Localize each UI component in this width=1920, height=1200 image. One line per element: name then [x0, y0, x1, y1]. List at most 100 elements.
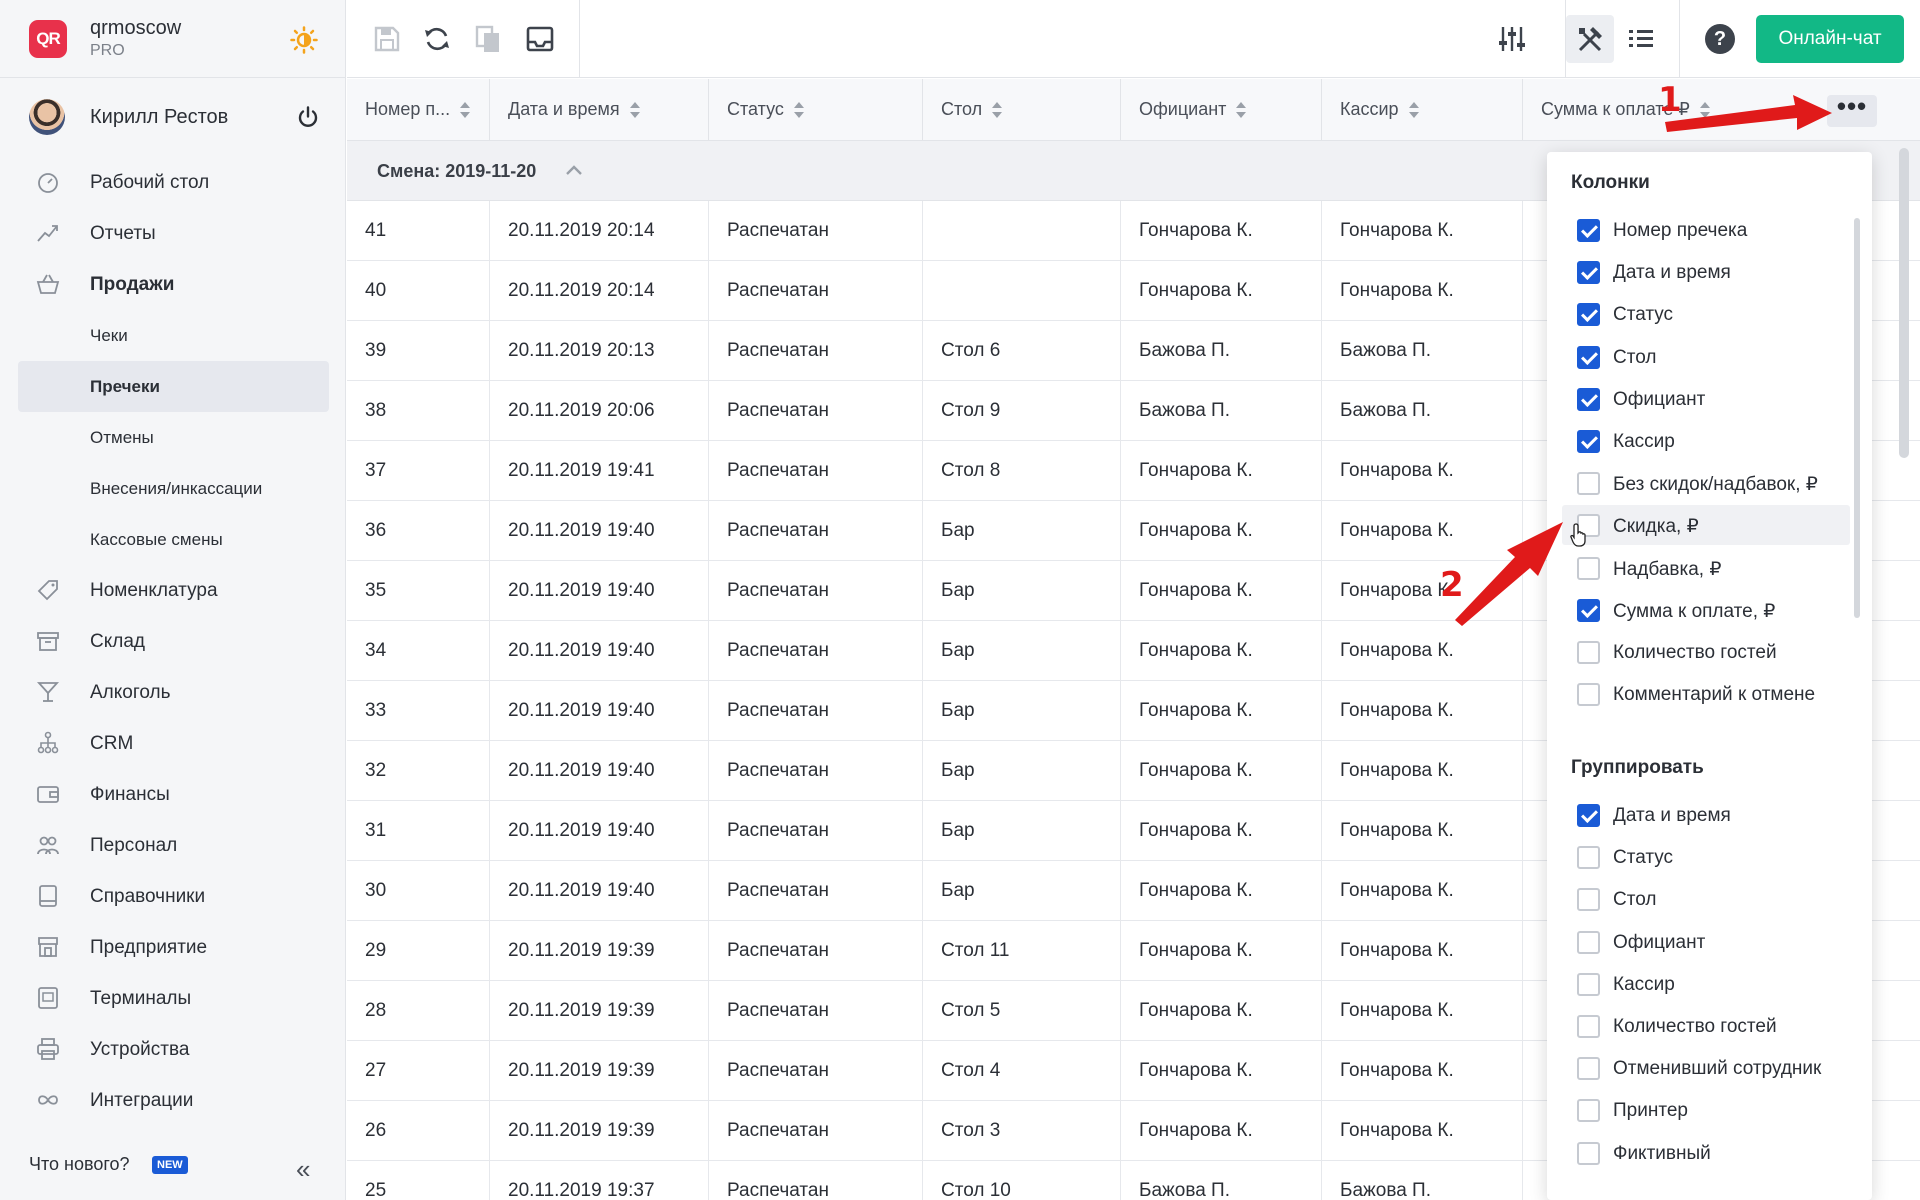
checkbox[interactable] — [1577, 303, 1600, 327]
group-by-option[interactable]: Дата и время — [1562, 795, 1850, 835]
checkbox[interactable] — [1577, 556, 1600, 580]
group-by-option[interactable]: Принтер — [1562, 1090, 1850, 1130]
nav-sales[interactable]: Продажи — [0, 259, 346, 310]
checkbox[interactable] — [1577, 804, 1600, 827]
cell-text: Распечатан — [727, 760, 829, 781]
group-by-option[interactable]: Количество гостей — [1562, 1006, 1850, 1046]
nav-sub-checks[interactable]: Чеки — [0, 310, 346, 361]
nav-integrations[interactable]: Интеграции — [0, 1075, 346, 1126]
copy-icon[interactable] — [473, 24, 503, 54]
checkbox[interactable] — [1577, 1099, 1600, 1123]
checkbox[interactable] — [1577, 1141, 1600, 1165]
nav-alcohol[interactable]: Алкоголь — [0, 667, 346, 718]
user-name[interactable]: Кирилл Рестов — [90, 106, 228, 129]
column-option[interactable]: Количество гостей — [1562, 632, 1850, 672]
nav-devices[interactable]: Устройства — [0, 1024, 346, 1075]
column-option[interactable]: Скидка, ₽ — [1562, 505, 1850, 546]
online-chat-button[interactable]: Онлайн-чат — [1756, 15, 1904, 63]
nav-dashboard[interactable]: Рабочий стол — [0, 157, 346, 208]
sort-icon[interactable] — [1699, 102, 1710, 119]
column-option[interactable]: Надбавка, ₽ — [1562, 548, 1850, 588]
tools-icon[interactable] — [1575, 24, 1605, 54]
column-header-number[interactable]: Номер п... — [347, 79, 490, 141]
checkbox[interactable] — [1577, 345, 1600, 369]
sort-icon[interactable] — [1408, 102, 1419, 119]
help-icon[interactable]: ? — [1705, 24, 1735, 54]
nav-nomenclature[interactable]: Номенклатура — [0, 565, 346, 616]
checkbox[interactable] — [1577, 598, 1600, 622]
nav-reports[interactable]: Отчеты — [0, 208, 346, 259]
group-by-option[interactable]: Кассир — [1562, 964, 1850, 1004]
nav-sub-shifts[interactable]: Кассовые смены — [0, 514, 346, 565]
column-option[interactable]: Комментарий к отмене — [1562, 674, 1850, 714]
sort-icon[interactable] — [1236, 102, 1247, 119]
cell-waiter: Гончарова К. — [1121, 681, 1322, 741]
nav-sub-cash-ops[interactable]: Внесения/инкассации — [0, 463, 346, 514]
sort-icon[interactable] — [460, 102, 471, 119]
nav-crm[interactable]: CRM — [0, 718, 346, 769]
checkbox[interactable] — [1577, 846, 1600, 870]
collapse-sidebar-icon[interactable]: « — [296, 1154, 310, 1185]
column-option[interactable]: Дата и время — [1562, 252, 1850, 292]
column-option[interactable]: Официант — [1562, 379, 1850, 419]
column-option[interactable]: Статус — [1562, 294, 1850, 334]
sort-icon[interactable] — [793, 102, 804, 119]
group-by-option[interactable]: Фиктивный — [1562, 1133, 1850, 1173]
nav-enterprise[interactable]: Предприятие — [0, 922, 346, 973]
checkbox[interactable] — [1577, 1015, 1600, 1038]
brand-logo[interactable]: QR — [29, 20, 67, 58]
checkbox[interactable] — [1577, 888, 1600, 912]
checkbox[interactable] — [1577, 641, 1600, 664]
checkbox[interactable] — [1577, 387, 1600, 411]
group-by-option[interactable]: Официант — [1562, 922, 1850, 962]
nav-terminals[interactable]: Терминалы — [0, 973, 346, 1024]
settings-sliders-icon[interactable] — [1497, 24, 1527, 54]
cell-text: Гончарова К. — [1340, 1120, 1454, 1141]
nav-warehouse[interactable]: Склад — [0, 616, 346, 667]
sort-icon[interactable] — [992, 102, 1003, 119]
nav-references[interactable]: Справочники — [0, 871, 346, 922]
column-header-waiter[interactable]: Официант — [1121, 79, 1322, 141]
group-by-option[interactable]: Стол — [1562, 879, 1850, 919]
nav-finance[interactable]: Финансы — [0, 769, 346, 820]
nav-sub-prechecks[interactable]: Пречеки — [18, 361, 329, 412]
whats-new-link[interactable]: Что нового? — [29, 1154, 130, 1175]
cell-table: Стол 3 — [923, 1101, 1121, 1161]
checkbox[interactable] — [1577, 930, 1600, 954]
checkbox[interactable] — [1577, 430, 1600, 453]
chevron-up-icon[interactable] — [565, 161, 583, 179]
infinity-icon — [38, 1095, 58, 1105]
page-scrollbar[interactable] — [1899, 148, 1909, 458]
checkbox[interactable] — [1577, 472, 1600, 496]
checkbox[interactable] — [1577, 683, 1600, 707]
checkbox[interactable] — [1577, 972, 1600, 996]
group-by-option[interactable]: Статус — [1562, 837, 1850, 877]
column-header-status[interactable]: Статус — [709, 79, 923, 141]
cell-status: Распечатан — [709, 201, 923, 261]
column-option[interactable]: Без скидок/надбавок, ₽ — [1562, 463, 1850, 503]
theme-sun-icon[interactable] — [290, 26, 318, 54]
nav-staff[interactable]: Персонал — [0, 820, 346, 871]
cell-number: 35 — [347, 561, 490, 621]
refresh-icon[interactable] — [422, 24, 452, 54]
avatar[interactable] — [29, 99, 65, 135]
checkbox[interactable] — [1577, 261, 1600, 285]
inbox-icon[interactable] — [525, 24, 555, 54]
list-view-icon[interactable] — [1626, 24, 1656, 54]
column-option[interactable]: Кассир — [1562, 421, 1850, 461]
checkbox[interactable] — [1577, 1057, 1600, 1081]
column-option[interactable]: Номер пречека — [1562, 210, 1850, 250]
more-options-icon[interactable]: ••• — [1827, 93, 1877, 127]
nav-sub-cancellations[interactable]: Отмены — [0, 412, 346, 463]
dropdown-scrollbar[interactable] — [1854, 218, 1860, 618]
checkbox[interactable] — [1577, 219, 1600, 242]
column-option[interactable]: Стол — [1562, 337, 1850, 377]
column-header-cashier[interactable]: Кассир — [1322, 79, 1523, 141]
column-option[interactable]: Сумма к оплате, ₽ — [1562, 590, 1850, 630]
logout-power-icon[interactable] — [296, 105, 320, 129]
save-icon[interactable] — [372, 24, 402, 54]
column-header-datetime[interactable]: Дата и время — [490, 79, 709, 141]
sort-icon[interactable] — [629, 102, 640, 119]
group-by-option[interactable]: Отменивший сотрудник — [1562, 1048, 1850, 1088]
column-header-table[interactable]: Стол — [923, 79, 1121, 141]
